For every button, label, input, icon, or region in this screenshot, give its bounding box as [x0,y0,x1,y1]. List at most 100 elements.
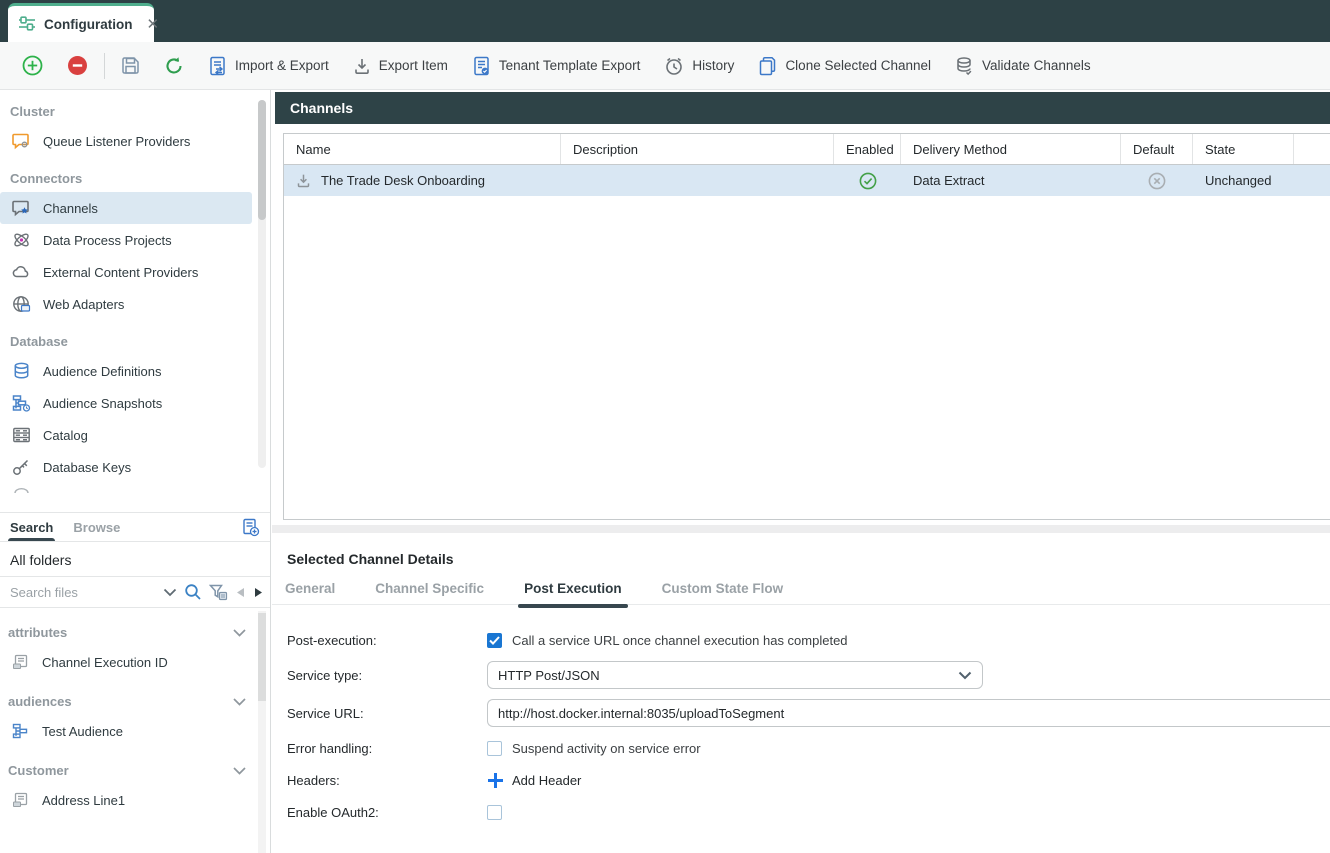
sidebar-scrollbar-thumb[interactable] [258,100,266,220]
tab-channel-specific[interactable]: Channel Specific [375,581,484,604]
queue-listener-icon [12,132,31,150]
folder-customer[interactable]: Customer [0,747,252,784]
next-arrow-icon[interactable] [253,587,264,598]
tab-custom-state-flow[interactable]: Custom State Flow [662,581,784,604]
tenant-template-export-button[interactable]: Tenant Template Export [460,50,653,82]
error-handling-checkbox[interactable] [487,741,502,756]
plus-circle-icon [22,55,43,76]
minus-circle-icon [67,55,88,76]
window-tab-strip: Configuration ✕ [0,0,1330,42]
column-header-default[interactable]: Default [1121,134,1193,164]
import-export-button[interactable]: Import & Export [196,50,341,82]
details-title: Selected Channel Details [287,551,454,567]
column-header-name[interactable]: Name [284,134,561,164]
sidebar-item-audience-definitions[interactable]: Audience Definitions [0,355,270,387]
panel-title: Channels [290,100,353,116]
post-execution-label: Post-execution: [287,633,487,648]
folder-item-channel-execution-id[interactable]: Channel Execution ID [0,646,252,678]
validate-channels-label: Validate Channels [982,58,1091,73]
folder-audiences[interactable]: audiences [0,678,252,715]
remove-button[interactable] [55,49,100,82]
tab-general[interactable]: General [285,581,335,604]
sidebar: Cluster Queue Listener Providers Connect… [0,90,271,853]
key-icon [12,458,31,476]
column-header-state[interactable]: State [1193,134,1294,164]
save-icon [121,56,140,75]
sidebar-item-external-content-providers[interactable]: External Content Providers [0,256,270,288]
clone-icon [758,56,777,76]
column-header-enabled[interactable]: Enabled [834,134,901,164]
table-row[interactable]: The Trade Desk Onboarding Data Extract U… [284,165,1330,196]
post-execution-form: Post-execution: Call a service URL once … [287,629,1330,833]
main-panel: Channels Name Description Enabled Delive… [272,90,1330,853]
validate-db-icon [955,56,974,76]
add-button[interactable] [10,49,55,82]
tab-post-execution[interactable]: Post Execution [524,581,622,604]
template-doc-icon [472,56,491,76]
sidebar-item-label: Data Process Projects [43,233,172,248]
sidebar-item-database-keys[interactable]: Database Keys [0,451,270,483]
channels-panel-header: Channels [275,92,1330,124]
error-handling-label: Error handling: [287,741,487,756]
cell-empty [1294,165,1330,196]
plus-icon [487,772,504,789]
service-url-input[interactable]: http://host.docker.internal:8035/uploadT… [487,699,1330,727]
download-icon [296,173,311,188]
catalog-icon [12,426,31,444]
tab-close-icon[interactable]: ✕ [146,17,159,32]
folder-scrollbar[interactable] [258,611,266,853]
sidebar-scrollbar[interactable] [258,100,266,468]
section-connectors: Connectors [0,157,270,192]
history-label: History [692,58,734,73]
history-button[interactable]: History [652,50,746,82]
clone-selected-channel-button[interactable]: Clone Selected Channel [746,50,943,82]
save-button[interactable] [109,50,152,81]
tenant-template-export-label: Tenant Template Export [499,58,641,73]
search-icon[interactable] [184,583,202,601]
folder-attributes[interactable]: attributes [0,609,252,646]
chevron-down-icon [233,629,246,637]
folder-item-address-line1[interactable]: Address Line1 [0,784,252,816]
cell-state: Unchanged [1193,165,1294,196]
service-type-select[interactable]: HTTP Post/JSON [487,661,983,689]
cell-enabled [834,165,901,196]
folder-scrollbar-thumb[interactable] [258,613,266,701]
cell-delivery-method: Data Extract [901,165,1121,196]
sidebar-item-catalog[interactable]: Catalog [0,419,270,451]
tab-browse[interactable]: Browse [63,513,130,541]
enable-oauth-checkbox[interactable] [487,805,502,820]
add-header-label: Add Header [512,773,581,788]
new-document-icon[interactable] [241,518,260,537]
sidebar-item-label: Channels [43,201,98,216]
post-execution-checkbox[interactable] [487,633,502,648]
refresh-button[interactable] [152,50,196,82]
column-header-description[interactable]: Description [561,134,834,164]
headers-label: Headers: [287,773,487,788]
toolbar: Import & Export Export Item Tenant Templ… [0,42,1330,90]
sidebar-item-audience-snapshots[interactable]: Audience Snapshots [0,387,270,419]
chevron-down-icon[interactable] [163,588,177,597]
folder-scope-label[interactable]: All folders [0,543,270,577]
data-process-icon [12,231,31,249]
configuration-sliders-icon [18,15,36,34]
clone-selected-channel-label: Clone Selected Channel [785,58,931,73]
add-header-button[interactable]: Add Header [487,772,581,789]
sidebar-item-data-process-projects[interactable]: Data Process Projects [0,224,270,256]
import-export-icon [208,56,227,76]
tab-configuration[interactable]: Configuration ✕ [8,3,154,42]
sidebar-item-queue-listener-providers[interactable]: Queue Listener Providers [0,125,270,157]
filter-icon[interactable] [209,584,228,601]
export-item-button[interactable]: Export Item [341,51,460,81]
attribute-icon [12,792,30,808]
search-files-input[interactable]: Search files [10,585,156,600]
folder-item-test-audience[interactable]: Test Audience [0,715,252,747]
validate-channels-button[interactable]: Validate Channels [943,50,1103,82]
file-search-bar: Search files [0,577,270,608]
sidebar-item-label: Audience Definitions [43,364,162,379]
previous-arrow-icon[interactable] [235,587,246,598]
column-header-delivery-method[interactable]: Delivery Method [901,134,1121,164]
sidebar-item-web-adapters[interactable]: Web Adapters [0,288,270,320]
post-execution-checkbox-label: Call a service URL once channel executio… [512,633,848,648]
sidebar-item-channels[interactable]: Channels [0,192,252,224]
tab-search[interactable]: Search [0,513,63,541]
